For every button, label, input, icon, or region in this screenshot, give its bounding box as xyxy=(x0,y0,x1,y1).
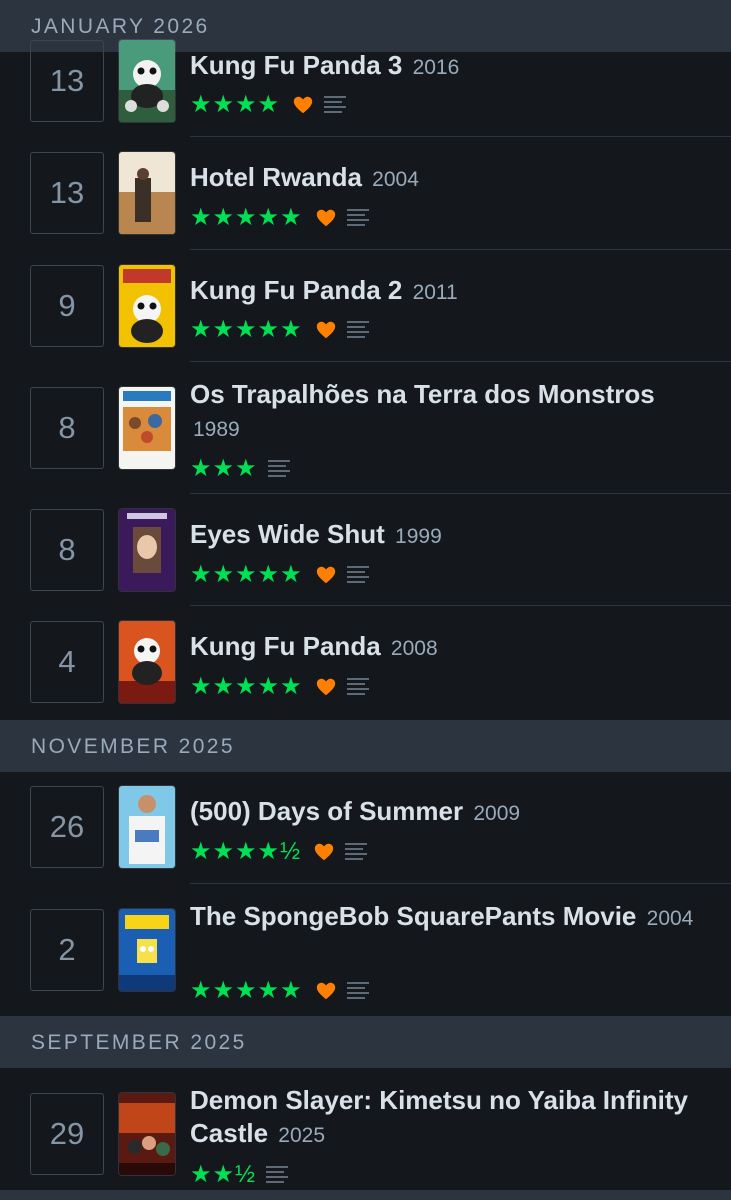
heart-icon xyxy=(316,678,335,696)
row-divider xyxy=(190,883,731,884)
film-poster[interactable] xyxy=(119,152,175,234)
title-text[interactable]: The SpongeBob SquarePants Movie xyxy=(190,901,636,931)
row-divider xyxy=(190,493,731,494)
film-poster[interactable] xyxy=(119,786,175,868)
review-lines-icon xyxy=(267,460,290,477)
film-year[interactable]: 2025 xyxy=(278,1124,325,1147)
poster-image xyxy=(119,265,175,347)
film-year[interactable]: 2011 xyxy=(413,281,458,304)
poster-image xyxy=(119,40,175,122)
star-rating: ★★★★★ xyxy=(190,204,303,231)
entry-meta: ★★★★★ xyxy=(190,979,369,1003)
entry-meta: ★★★★★ xyxy=(190,563,369,587)
heart-icon xyxy=(316,321,335,339)
heart-icon xyxy=(316,982,335,1000)
review-lines-icon xyxy=(266,1166,289,1183)
film-title[interactable]: Demon Slayer: Kimetsu no Yaiba Infinity … xyxy=(190,1084,710,1152)
title-text[interactable]: Eyes Wide Shut xyxy=(190,519,385,549)
title-text[interactable]: Kung Fu Panda 3 xyxy=(190,50,402,80)
title-text[interactable]: Os Trapalhões na Terra dos Monstros xyxy=(190,379,655,409)
entry-meta: ★★★★½ xyxy=(190,838,368,865)
film-title[interactable]: (500) Days of Summer 2009 xyxy=(190,795,710,830)
month-header-september-2025: SEPTEMBER 2025 xyxy=(0,1016,731,1068)
review-lines-icon xyxy=(345,843,368,860)
film-poster[interactable] xyxy=(119,509,175,591)
heart-icon xyxy=(316,209,335,227)
film-title[interactable]: Eyes Wide Shut 1999 xyxy=(190,518,710,553)
star-rating: ★★★★½ xyxy=(190,838,302,865)
title-text[interactable]: Kung Fu Panda xyxy=(190,631,381,661)
heart-icon xyxy=(293,96,313,114)
star-rating: ★★★★★ xyxy=(190,561,303,588)
review-lines-icon xyxy=(324,96,347,113)
film-title[interactable]: Kung Fu Panda 3 2016 xyxy=(190,49,710,84)
poster-image xyxy=(119,152,175,234)
month-header-november-2025: NOVEMBER 2025 xyxy=(0,720,731,772)
review-lines-icon xyxy=(346,566,369,583)
film-poster[interactable] xyxy=(119,265,175,347)
row-divider xyxy=(190,136,731,137)
entry-meta: ★★½ xyxy=(190,1161,289,1188)
review-lines-icon xyxy=(346,321,369,338)
title-text[interactable]: Kung Fu Panda 2 xyxy=(190,275,402,305)
review-lines-icon xyxy=(346,209,369,226)
day-number[interactable]: 13 xyxy=(30,40,104,122)
heart-icon xyxy=(316,566,335,584)
row-divider xyxy=(190,249,731,250)
film-title[interactable]: Hotel Rwanda 2004 xyxy=(190,161,710,196)
poster-image xyxy=(119,909,175,991)
film-year[interactable]: 2008 xyxy=(391,637,438,660)
entry-meta: ★★★★★ xyxy=(190,206,369,230)
title-text[interactable]: Demon Slayer: Kimetsu no Yaiba Infinity … xyxy=(190,1085,688,1148)
film-year[interactable]: 1989 xyxy=(193,418,240,441)
entry-meta: ★★★★★ xyxy=(190,318,369,342)
day-number[interactable]: 9 xyxy=(30,265,104,347)
heart-icon xyxy=(314,843,334,861)
poster-image xyxy=(119,1093,175,1175)
review-lines-icon xyxy=(346,982,369,999)
poster-image xyxy=(119,786,175,868)
poster-image xyxy=(119,621,175,703)
film-poster[interactable] xyxy=(119,387,175,469)
film-poster[interactable] xyxy=(119,40,175,122)
film-title[interactable]: Os Trapalhões na Terra dos Monstros 1989 xyxy=(190,378,710,446)
film-year[interactable]: 1999 xyxy=(395,525,442,548)
film-year[interactable]: 2004 xyxy=(647,907,694,930)
row-divider xyxy=(190,361,731,362)
film-poster[interactable] xyxy=(119,909,175,991)
row-divider xyxy=(190,605,731,606)
entry-meta: ★★★ xyxy=(190,457,290,481)
day-number[interactable]: 8 xyxy=(30,387,104,469)
film-year[interactable]: 2009 xyxy=(473,802,520,825)
star-rating: ★★½ xyxy=(190,1161,257,1188)
entry-meta: ★★★★ xyxy=(190,91,347,118)
bottom-header-strip xyxy=(0,1190,731,1200)
day-number[interactable]: 2 xyxy=(30,909,104,991)
month-header-january-2026: JANUARY 2026 xyxy=(0,0,731,52)
review-lines-icon xyxy=(346,678,369,695)
star-rating: ★★★★ xyxy=(190,91,281,118)
star-rating: ★★★★★ xyxy=(190,316,303,343)
day-number[interactable]: 4 xyxy=(30,621,104,703)
film-poster[interactable] xyxy=(119,621,175,703)
entry-meta: ★★★★★ xyxy=(190,675,369,699)
film-year[interactable]: 2016 xyxy=(413,56,460,79)
day-number[interactable]: 8 xyxy=(30,509,104,591)
poster-image xyxy=(119,387,175,469)
title-text[interactable]: Hotel Rwanda xyxy=(190,162,362,192)
star-rating: ★★★★★ xyxy=(190,673,303,700)
title-text[interactable]: (500) Days of Summer xyxy=(190,796,463,826)
poster-image xyxy=(119,509,175,591)
film-title[interactable]: Kung Fu Panda 2 2011 xyxy=(190,274,710,309)
film-title[interactable]: Kung Fu Panda 2008 xyxy=(190,630,710,665)
day-number[interactable]: 26 xyxy=(30,786,104,868)
film-year[interactable]: 2004 xyxy=(372,168,419,191)
star-rating: ★★★★★ xyxy=(190,977,303,1004)
day-number[interactable]: 29 xyxy=(30,1093,104,1175)
film-poster[interactable] xyxy=(119,1093,175,1175)
star-rating: ★★★ xyxy=(190,455,258,482)
film-title[interactable]: The SpongeBob SquarePants Movie 2004 xyxy=(190,900,710,935)
day-number[interactable]: 13 xyxy=(30,152,104,234)
